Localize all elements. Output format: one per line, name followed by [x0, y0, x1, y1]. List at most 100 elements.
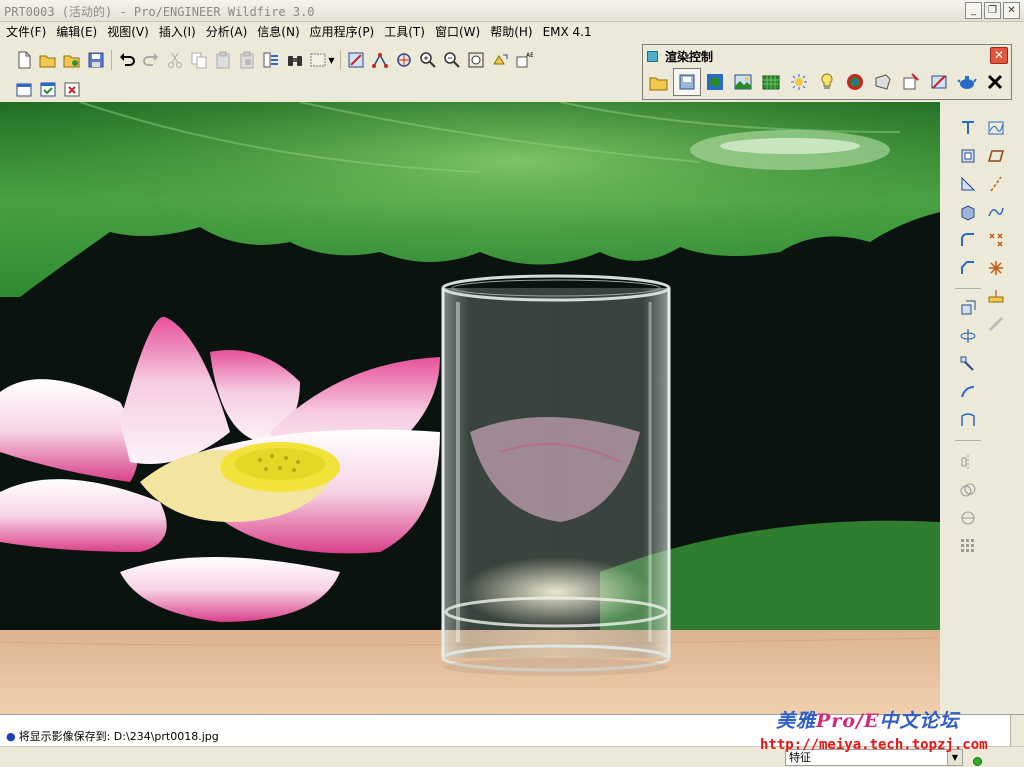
window-close-check-icon[interactable]: [36, 77, 60, 101]
forum-watermark-url: http://meiya.tech.topzj.com: [760, 737, 988, 753]
copy-icon[interactable]: [187, 48, 211, 72]
pattern-icon[interactable]: [957, 535, 979, 557]
message-bullet: ●: [6, 730, 16, 743]
plane-icon[interactable]: [985, 145, 1007, 167]
rib-icon[interactable]: [957, 173, 979, 195]
forum-watermark-title: 美雅Pro/E中文论坛: [776, 706, 959, 733]
new-file-icon[interactable]: [12, 48, 36, 72]
room-editor-icon[interactable]: [757, 68, 785, 96]
open-folder-icon[interactable]: [36, 48, 60, 72]
draft-icon[interactable]: [957, 201, 979, 223]
lights-icon[interactable]: [785, 68, 813, 96]
proe-window: { "window": { "title": "PRT0003 (活动的) - …: [0, 0, 1024, 767]
watermark-part-pro: Pro/E: [816, 710, 880, 732]
zoom-out-icon[interactable]: [440, 48, 464, 72]
datum-curve-sketch-icon[interactable]: [985, 117, 1007, 139]
blend-icon[interactable]: [957, 381, 979, 403]
toolbar-divider: [955, 288, 981, 289]
message-line: ● 将显示影像保存到: D:\234\prt0018.jpg: [6, 728, 219, 744]
saved-views-icon[interactable]: AB: [512, 48, 536, 72]
extrude-icon[interactable]: [957, 297, 979, 319]
render-control-panel: 渲染控制 ✕: [642, 44, 1012, 100]
datum-axis-icon[interactable]: [368, 48, 392, 72]
window-close-icon[interactable]: [60, 77, 84, 101]
variable-section-sweep-icon[interactable]: [957, 353, 979, 375]
point-icon[interactable]: [985, 229, 1007, 251]
glass-cup: [441, 274, 671, 676]
merge-icon[interactable]: [957, 479, 979, 501]
reorient-icon[interactable]: [488, 48, 512, 72]
menu-applications[interactable]: 应用程序(P): [308, 22, 383, 42]
cut-icon[interactable]: [163, 48, 187, 72]
main-toolbar: ▼ AB: [12, 47, 536, 73]
render-panel-icon: [647, 51, 658, 62]
save-icon[interactable]: [84, 48, 108, 72]
revolve-icon[interactable]: [957, 325, 979, 347]
orient-icon[interactable]: [392, 48, 416, 72]
scene-icon[interactable]: [729, 68, 757, 96]
refit-icon[interactable]: [464, 48, 488, 72]
menu-analysis[interactable]: 分析(A): [204, 22, 256, 42]
appearance-palette-icon[interactable]: [841, 68, 869, 96]
analysis-icon[interactable]: [985, 285, 1007, 307]
axis-icon[interactable]: [985, 173, 1007, 195]
render-room-icon[interactable]: [701, 68, 729, 96]
render-stop-icon[interactable]: [981, 68, 1009, 96]
menu-view[interactable]: 视图(V): [105, 22, 157, 42]
svg-text:AB: AB: [526, 52, 533, 59]
menu-info[interactable]: 信息(N): [255, 22, 307, 42]
redo-icon[interactable]: [139, 48, 163, 72]
window-toolbar: [12, 76, 84, 102]
render-open-folder-icon[interactable]: [645, 68, 673, 96]
mirror-icon[interactable]: [957, 451, 979, 473]
round-icon[interactable]: [957, 229, 979, 251]
render-panel-title: 渲染控制: [665, 50, 714, 64]
render-window-icon[interactable]: [897, 68, 925, 96]
rendered-scene: [0, 102, 940, 714]
feature-toolbar: [941, 102, 1024, 714]
zoom-in-icon[interactable]: [416, 48, 440, 72]
render-setup-icon[interactable]: [673, 68, 701, 96]
menu-edit[interactable]: 编辑(E): [54, 22, 105, 42]
select-box-icon[interactable]: ▼: [307, 48, 337, 72]
watermark-part-b: 中文论坛: [879, 710, 960, 732]
menu-tools[interactable]: 工具(T): [382, 22, 433, 42]
menu-insert[interactable]: 插入(I): [157, 22, 204, 42]
window-activate-icon[interactable]: [12, 77, 36, 101]
status-light-icon: [973, 757, 982, 766]
regenerate-icon[interactable]: [259, 48, 283, 72]
chain-icon[interactable]: [985, 313, 1007, 335]
sketch-icon[interactable]: [344, 48, 368, 72]
boundary-blend-icon[interactable]: [957, 409, 979, 431]
undo-icon[interactable]: [115, 48, 139, 72]
window-title: PRT0003 (活动的) - Pro/ENGINEER Wildfire 3.…: [4, 5, 315, 19]
toolbar-divider: [955, 440, 981, 441]
paste-special-icon[interactable]: [235, 48, 259, 72]
menu-window[interactable]: 窗口(W): [433, 22, 488, 42]
menu-bar: 文件(F) 编辑(E) 视图(V) 插入(I) 分析(A) 信息(N) 应用程序…: [0, 22, 1024, 42]
curve-icon[interactable]: [985, 201, 1007, 223]
search-binoculars-icon[interactable]: [283, 48, 307, 72]
menu-emx[interactable]: EMX 4.1: [541, 22, 600, 42]
perspective-icon[interactable]: [869, 68, 897, 96]
shell-icon[interactable]: [957, 145, 979, 167]
menu-help[interactable]: 帮助(H): [488, 22, 540, 42]
maximize-button[interactable]: ❐: [984, 2, 1001, 19]
chamfer-icon[interactable]: [957, 257, 979, 279]
trim-icon[interactable]: [957, 507, 979, 529]
close-button[interactable]: ✕: [1003, 2, 1020, 19]
minimize-button[interactable]: _: [965, 2, 982, 19]
open-session-icon[interactable]: [60, 48, 84, 72]
paste-icon[interactable]: [211, 48, 235, 72]
message-scrollbar[interactable]: [1010, 715, 1024, 747]
light-bulb-icon[interactable]: [813, 68, 841, 96]
graphics-window[interactable]: [0, 102, 940, 714]
menu-file[interactable]: 文件(F): [4, 22, 54, 42]
render-panel-close-button[interactable]: ✕: [990, 47, 1008, 64]
title-bar: PRT0003 (活动的) - Pro/ENGINEER Wildfire 3.…: [0, 0, 1024, 22]
render-region-icon[interactable]: [925, 68, 953, 96]
render-teapot-icon[interactable]: [953, 68, 981, 96]
watermark-part-a: 美雅: [776, 710, 817, 732]
coordinate-system-icon[interactable]: [985, 257, 1007, 279]
datum-plane-icon[interactable]: [957, 117, 979, 139]
